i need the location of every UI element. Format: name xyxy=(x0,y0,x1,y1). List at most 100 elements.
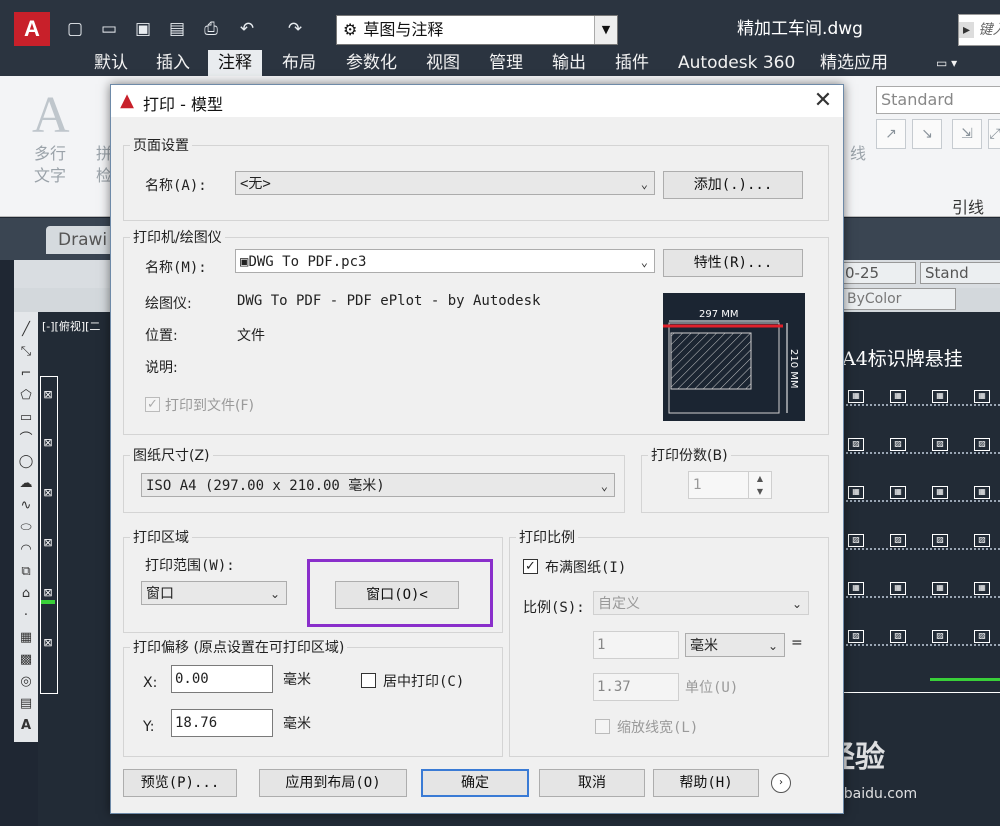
drawing-cell: ⊠ xyxy=(43,486,53,499)
scale-value: 自定义 xyxy=(598,596,640,612)
tab-layout[interactable]: 布局 xyxy=(282,50,316,76)
tab-annotate[interactable]: 注释 xyxy=(208,50,262,76)
scale-unit-select[interactable]: 毫米 ⌄ xyxy=(685,633,785,657)
drawing-cell: ⊠ xyxy=(43,636,53,649)
table-style-select[interactable]: Stand xyxy=(920,262,1000,284)
search-input[interactable]: ▸ 键入 xyxy=(958,14,1000,46)
spinner-arrows-icon[interactable]: ▲ ▼ xyxy=(748,472,771,498)
save-icon[interactable]: ▣ xyxy=(132,18,154,40)
circle-icon[interactable]: ◯ xyxy=(16,452,36,472)
ribbon-toggle-icon[interactable]: ▭ ▾ xyxy=(936,50,957,76)
drawing-cell: ▨ xyxy=(932,438,948,451)
scale-value-1-input[interactable]: 1 xyxy=(593,631,679,659)
printer-name-select[interactable]: ▣DWG To PDF.pc3 ⌄ xyxy=(235,249,655,273)
apply-to-layout-button[interactable]: 应用到布局(O) xyxy=(259,769,407,797)
scale-value-2-input[interactable]: 1.37 xyxy=(593,673,679,701)
leader-style-select[interactable]: Standard xyxy=(876,86,1000,114)
center-plot-checkbox[interactable] xyxy=(361,673,376,688)
help-button[interactable]: 帮助(H) xyxy=(653,769,759,797)
chevron-down-icon: ⌄ xyxy=(767,639,778,653)
dotted-line xyxy=(842,596,1000,598)
polyline-icon[interactable]: ⌐ xyxy=(16,364,36,384)
color-select[interactable]: ByColor xyxy=(842,288,956,310)
undo-icon[interactable]: ↶ xyxy=(236,18,258,40)
open-folder-icon[interactable]: ▭ xyxy=(98,18,120,40)
printer-properties-button[interactable]: 特性(R)... xyxy=(663,249,803,277)
rectangle-icon[interactable]: ▭ xyxy=(16,408,36,428)
spline-icon[interactable]: ∿ xyxy=(16,496,36,516)
dotted-line xyxy=(842,452,1000,454)
autocad-logo[interactable]: A xyxy=(14,12,50,46)
ellipse-icon[interactable]: ⬭ xyxy=(16,518,36,538)
more-options-icon[interactable]: › xyxy=(771,773,791,793)
close-icon[interactable]: ✕ xyxy=(809,87,837,115)
revision-cloud-icon[interactable]: ☁ xyxy=(16,474,36,494)
print-icon[interactable]: ⎙ xyxy=(200,18,222,40)
tab-featured-apps[interactable]: 精选应用 xyxy=(820,50,888,76)
collect-leader-icon[interactable]: ⤢ xyxy=(988,119,1000,149)
leader-label[interactable]: 线 xyxy=(850,140,866,164)
new-file-icon[interactable]: ▢ xyxy=(64,18,86,40)
print-to-file-checkbox[interactable]: ✓ xyxy=(145,397,160,412)
table-icon[interactable]: ▤ xyxy=(16,694,36,714)
preview-button[interactable]: 预览(P)... xyxy=(123,769,237,797)
offset-x-input[interactable]: 0.00 xyxy=(171,665,273,693)
tab-default[interactable]: 默认 xyxy=(94,50,128,76)
save-as-icon[interactable]: ▤ xyxy=(166,18,188,40)
chevron-down-icon[interactable]: ▼ xyxy=(594,16,617,44)
line-icon[interactable]: ╱ xyxy=(16,320,36,340)
viewport-label[interactable]: [-][俯视][二 xyxy=(42,318,100,334)
multiline-text-label-1[interactable]: 多行 xyxy=(34,140,66,164)
add-page-setup-button[interactable]: 添加(.)... xyxy=(663,171,803,199)
hatch-icon[interactable]: ▦ xyxy=(16,628,36,648)
plot-range-select[interactable]: 窗口 ⌄ xyxy=(141,581,287,605)
offset-y-input[interactable]: 18.76 xyxy=(171,709,273,737)
polygon-icon[interactable]: ⬠ xyxy=(16,386,36,406)
arc-icon[interactable]: ⌒ xyxy=(16,430,36,450)
redo-icon[interactable]: ↷ xyxy=(284,18,306,40)
tab-autodesk-360[interactable]: Autodesk 360 xyxy=(678,50,795,76)
region-icon[interactable]: ◎ xyxy=(16,672,36,692)
scale-select[interactable]: 自定义 ⌄ xyxy=(593,591,809,615)
page-setup-name-select[interactable]: <无> ⌄ xyxy=(235,171,655,195)
tab-parametric[interactable]: 参数化 xyxy=(346,50,397,76)
text-icon[interactable]: A xyxy=(16,716,36,736)
ellipse-arc-icon[interactable]: ◠ xyxy=(16,540,36,560)
center-plot-label: 居中打印(C) xyxy=(383,674,465,690)
insert-block-icon[interactable]: ⧉ xyxy=(16,562,36,582)
gradient-icon[interactable]: ▩ xyxy=(16,650,36,670)
tab-view[interactable]: 视图 xyxy=(426,50,460,76)
make-block-icon[interactable]: ⌂ xyxy=(16,584,36,604)
tab-manage[interactable]: 管理 xyxy=(489,50,523,76)
point-icon[interactable]: · xyxy=(16,606,36,626)
drawing-cell: ⊠ xyxy=(43,436,53,449)
tab-output[interactable]: 输出 xyxy=(552,50,586,76)
printer-name-value: DWG To PDF.pc3 xyxy=(248,254,367,270)
multiline-text-icon[interactable]: A xyxy=(32,86,70,145)
plot-range-label: 打印范围(W): xyxy=(145,558,235,574)
add-leader-icon[interactable]: ↗ xyxy=(876,119,906,149)
align-leader-icon[interactable]: ⇲ xyxy=(952,119,982,149)
drawing-cell: ▦ xyxy=(848,582,864,595)
printer-name-label: 名称(M): xyxy=(145,260,207,276)
tab-insert[interactable]: 插入 xyxy=(156,50,190,76)
fit-to-paper-checkbox[interactable]: ✓ xyxy=(523,559,538,574)
tab-plugins[interactable]: 插件 xyxy=(615,50,649,76)
dimension-style-select[interactable]: 0-25 xyxy=(842,262,916,284)
drawing-cell: ▨ xyxy=(974,630,990,643)
construction-line-icon[interactable]: ⤡ xyxy=(16,342,36,362)
cancel-button[interactable]: 取消 xyxy=(539,769,645,797)
autocad-logo-icon: ▲ xyxy=(120,90,134,111)
paper-size-select[interactable]: ISO A4 (297.00 x 210.00 毫米) ⌄ xyxy=(141,473,615,497)
drawing-line xyxy=(842,692,1000,693)
ok-button[interactable]: 确定 xyxy=(421,769,529,797)
copies-spinner[interactable]: 1 ▲ ▼ xyxy=(688,471,772,499)
multiline-text-label-2[interactable]: 文字 xyxy=(34,162,66,186)
plot-dialog: ▲ 打印 - 模型 ✕ 页面设置 名称(A): <无> ⌄ 添加(.)... 打印… xyxy=(110,84,844,814)
expand-arrow-icon[interactable]: ▸ xyxy=(959,22,975,38)
drawing-cell: ▦ xyxy=(932,486,948,499)
remove-leader-icon[interactable]: ↘ xyxy=(912,119,942,149)
workspace-selector[interactable]: ⚙ 草图与注释 ▼ xyxy=(336,15,618,45)
drawing-cell: ▦ xyxy=(932,390,948,403)
scale-lineweights-checkbox[interactable] xyxy=(595,719,610,734)
